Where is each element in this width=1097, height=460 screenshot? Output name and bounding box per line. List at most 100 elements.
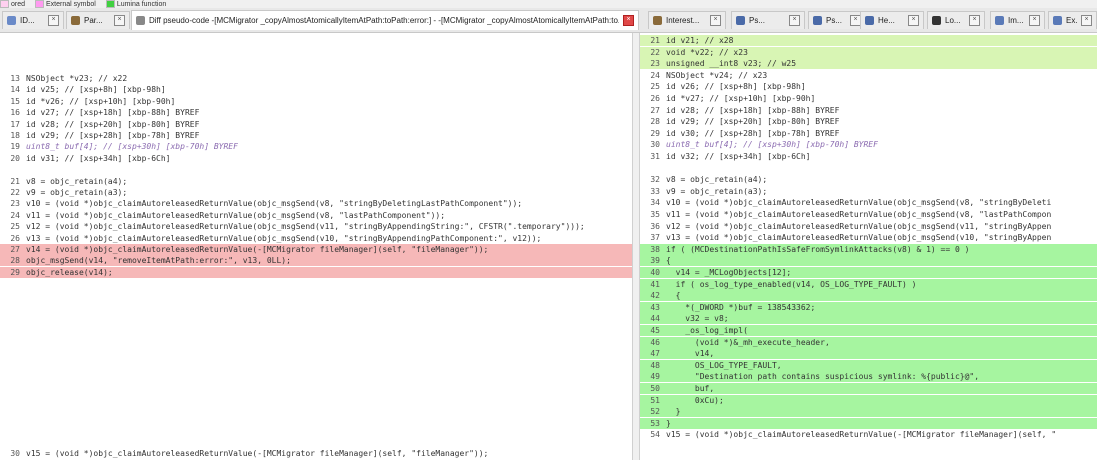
line-number: 27 (650, 105, 660, 115)
code-line[interactable]: 43 *(_DWORD *)buf = 138543362; (640, 301, 1097, 313)
code-line[interactable]: 26 id *v27; // [xsp+10h] [xbp-90h] (640, 93, 1097, 104)
code-line[interactable] (0, 164, 632, 175)
code-line[interactable]: 29 objc_release(v14); (0, 266, 632, 278)
code-line[interactable]: 37 v13 = (void *)objc_claimAutoreleasedRe… (640, 232, 1097, 243)
code-line[interactable]: 44 v32 = v8; (640, 313, 1097, 325)
code-text: id v30; // [xsp+28h] [xbp-78h] BYREF (666, 128, 840, 138)
code-line[interactable]: 31 id v32; // [xsp+34h] [xbp-6Ch] (640, 151, 1097, 162)
code-line[interactable]: 20 id v31; // [xsp+34h] [xbp-6Ch] (0, 153, 632, 164)
tab-7[interactable]: Lo... × (927, 11, 985, 29)
tab-1[interactable]: Par... × (66, 11, 130, 29)
code-line[interactable]: 30 uint8_t buf[4]; // [xsp+30h] [xbp-70h]… (640, 139, 1097, 150)
code-line[interactable]: 24 NSObject *v24; // x23 (640, 70, 1097, 81)
close-tab-icon[interactable]: × (969, 15, 980, 26)
close-tab-icon[interactable]: × (48, 15, 59, 26)
code-line[interactable]: 21 id v21; // x28 (640, 35, 1097, 46)
tab-5[interactable]: Ps... × (808, 11, 866, 29)
code-line[interactable]: 54 v15 = (void *)objc_claimAutoreleasedRe… (640, 429, 1097, 440)
code-line[interactable]: 49 "Destination path contains suspicious… (640, 371, 1097, 383)
close-tab-icon[interactable]: × (1029, 15, 1040, 26)
code-line[interactable]: 25 id v26; // [xsp+8h] [xbp-98h] (640, 81, 1097, 92)
code-line[interactable]: 13 NSObject *v23; // x22 (0, 73, 632, 84)
tab-9[interactable]: Ex... × (1048, 11, 1097, 29)
code-line[interactable]: 14 id v25; // [xsp+8h] [xbp-98h] (0, 84, 632, 95)
code-text: v14 = _MCLogObjects[12]; (666, 268, 792, 277)
code-line[interactable]: 38 if ( (MCDestinationPathIsSafeFromSymli… (640, 243, 1097, 255)
code-line[interactable]: 39 { (640, 255, 1097, 267)
code-line[interactable]: 45 _os_log_impl( (640, 325, 1097, 336)
code-line[interactable]: 25 v12 = (void *)objc_claimAutoreleasedRe… (0, 221, 632, 232)
line-number: 31 (650, 152, 660, 161)
code-line[interactable]: 52 } (640, 406, 1097, 418)
code-line[interactable]: 27 id v28; // [xsp+18h] [xbp-88h] BYREF (640, 105, 1097, 116)
code-line[interactable]: 46 (void *)&_mh_execute_header, (640, 336, 1097, 348)
code-text: objc_msgSend(v14, "removeItemAtPath:erro… (26, 256, 291, 266)
line-number: 43 (650, 302, 660, 312)
code-line[interactable]: 23 v10 = (void *)objc_claimAutoreleasedRe… (0, 198, 632, 209)
line-number: 48 (650, 360, 660, 370)
legend-item: Lumina function (105, 0, 166, 8)
code-line[interactable]: 19 uint8_t buf[4]; // [xsp+30h] [xbp-70h]… (0, 141, 632, 152)
line-number: 29 (650, 128, 660, 138)
line-number: 53 (650, 418, 660, 428)
code-line[interactable]: 32 v8 = objc_retain(a4); (640, 174, 1097, 185)
code-line[interactable]: 17 id v28; // [xsp+20h] [xbp-80h] BYREF (0, 119, 632, 130)
code-text: id v29; // [xsp+28h] [xbp-78h] BYREF (26, 131, 200, 140)
code-line[interactable]: 22 v9 = objc_retain(a3); (0, 187, 632, 198)
code-line[interactable]: 34 v10 = (void *)objc_claimAutoreleasedRe… (640, 197, 1097, 208)
close-tab-icon[interactable]: × (789, 15, 800, 26)
tab-label: Ps... (826, 16, 843, 25)
code-line[interactable]: 35 v11 = (void *)objc_claimAutoreleasedRe… (640, 209, 1097, 220)
code-line[interactable]: 26 v13 = (void *)objc_claimAutoreleasedRe… (0, 233, 632, 244)
code-line[interactable]: 24 v11 = (void *)objc_claimAutoreleasedRe… (0, 210, 632, 221)
line-number: 26 (10, 233, 20, 243)
code-line[interactable]: 21 v8 = objc_retain(a4); (0, 176, 632, 187)
code-line[interactable]: 42 { (640, 290, 1097, 302)
code-line[interactable]: 23 unsigned __int8 v23; // w25 (640, 58, 1097, 70)
code-line[interactable]: 50 buf, (640, 383, 1097, 394)
right-pseudocode-pane[interactable]: 21 id v21; // x28 22 void *v22; // x23 23 uns… (640, 33, 1097, 460)
code-text: } (666, 407, 681, 417)
code-line[interactable]: 51 0xCu); (640, 394, 1097, 406)
code-line[interactable]: 41 if ( os_log_type_enabled(v14, OS_LOG_… (640, 278, 1097, 290)
code-line[interactable]: 28 objc_msgSend(v14, "removeItemAtPath:er… (0, 255, 632, 267)
tab-6[interactable]: He... × (860, 11, 924, 29)
code-line[interactable]: 48 OS_LOG_TYPE_FAULT, (640, 359, 1097, 371)
code-text: id v27; // [xsp+18h] [xbp-88h] BYREF (26, 108, 200, 118)
close-tab-icon[interactable]: × (623, 15, 634, 26)
line-number: 22 (650, 47, 660, 57)
code-line[interactable]: 40 v14 = _MCLogObjects[12]; (640, 267, 1097, 278)
code-line[interactable]: 18 id v29; // [xsp+28h] [xbp-78h] BYREF (0, 130, 632, 141)
code-line[interactable]: 33 v9 = objc_retain(a3); (640, 186, 1097, 197)
code-line[interactable]: 28 id v29; // [xsp+20h] [xbp-80h] BYREF (640, 116, 1097, 127)
code-text: id v28; // [xsp+20h] [xbp-80h] BYREF (26, 119, 200, 129)
code-text: v9 = objc_retain(a3); (26, 188, 128, 197)
tab-0[interactable]: ID... × (2, 11, 64, 29)
tab-3[interactable]: Interest... × (648, 11, 726, 29)
close-tab-icon[interactable]: × (710, 15, 721, 26)
code-line[interactable]: 22 void *v22; // x23 (640, 46, 1097, 58)
close-tab-icon[interactable]: × (908, 15, 919, 26)
line-number: 47 (650, 349, 660, 359)
pane-divider[interactable] (632, 33, 640, 460)
tab-2[interactable]: Diff pseudo-code -[MCMigrator _copyAlmos… (131, 10, 639, 30)
line-number: 28 (650, 117, 660, 127)
tab-4[interactable]: Ps... × (731, 11, 805, 29)
tab-8[interactable]: Im... × (990, 11, 1045, 29)
code-line[interactable]: 36 v12 = (void *)objc_claimAutoreleasedRe… (640, 221, 1097, 232)
code-line[interactable]: 53} (640, 417, 1097, 429)
code-line[interactable]: 27 v14 = (void *)objc_claimAutoreleasedRe… (0, 244, 632, 255)
code-line[interactable]: 16 id v27; // [xsp+18h] [xbp-88h] BYREF (0, 107, 632, 118)
bat-icon (653, 16, 662, 25)
left-pseudocode-pane[interactable]: 13 NSObject *v23; // x22 14 id v25; // [xsp… (0, 33, 632, 460)
code-line[interactable]: 29 id v30; // [xsp+28h] [xbp-78h] BYREF (640, 128, 1097, 139)
code-line[interactable] (640, 163, 1097, 174)
code-line[interactable]: 47 v14, (640, 348, 1097, 360)
code-line[interactable]: 30 v15 = (void *)objc_claimAutoreleasedRe… (0, 448, 632, 459)
legend-label: ored (11, 0, 26, 8)
line-number: 54 (650, 430, 660, 440)
code-line[interactable]: 15 id *v26; // [xsp+10h] [xbp-90h] (0, 96, 632, 107)
close-tab-icon[interactable]: × (1081, 15, 1092, 26)
legend-item: ored (0, 0, 25, 8)
close-tab-icon[interactable]: × (114, 15, 125, 26)
